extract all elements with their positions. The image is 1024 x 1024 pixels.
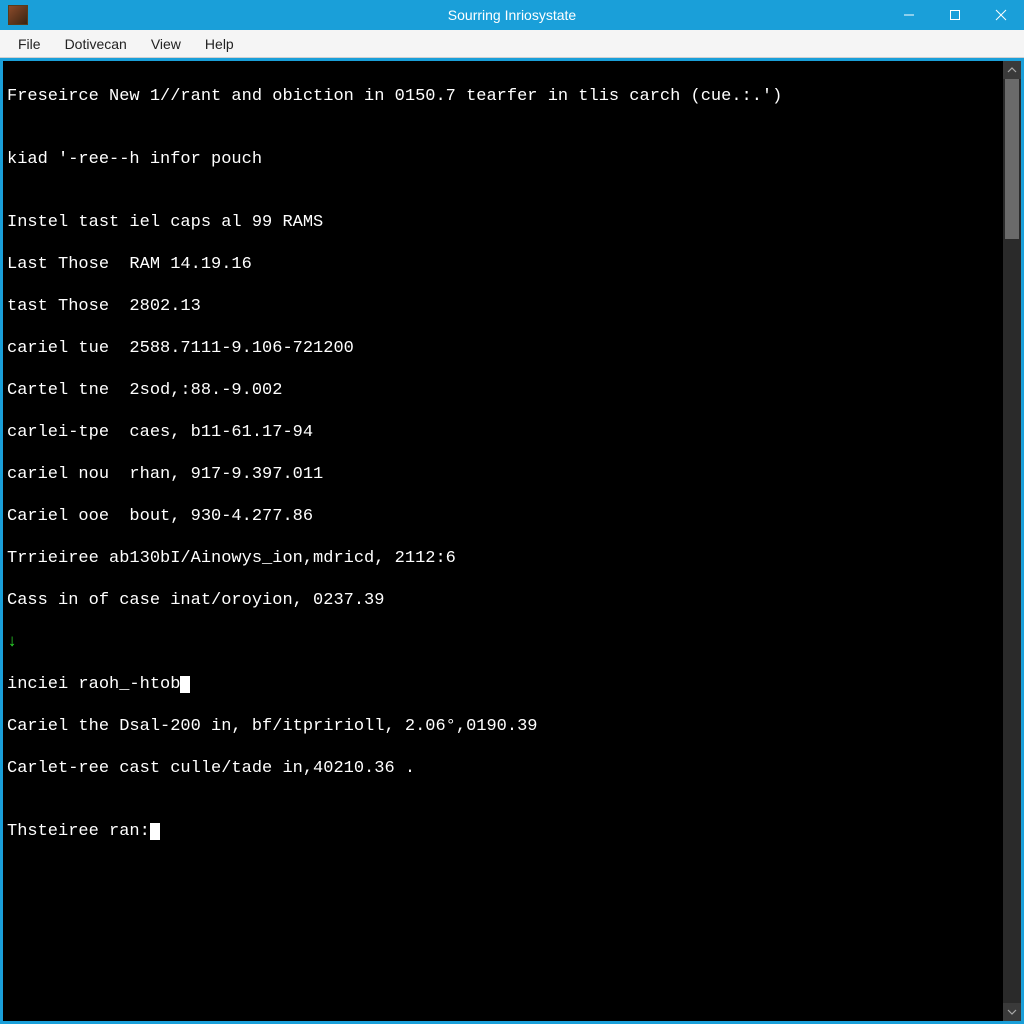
app-icon [8,5,28,25]
menubar: File Dotivecan View Help [0,30,1024,58]
maximize-icon [949,9,961,21]
minimize-button[interactable] [886,0,932,30]
terminal-line: Cariel the Dsal-200 in, bf/itpririoll, 2… [7,716,999,737]
terminal-line: cariel tue 2588.7111-9.106-721200 [7,338,999,359]
chevron-down-icon [1007,1007,1017,1017]
terminal-line: Last Those RAM 14.19.16 [7,254,999,275]
cursor [150,823,160,840]
terminal-line: cariel nou rhan, 917-9.397.011 [7,464,999,485]
maximize-button[interactable] [932,0,978,30]
minimize-icon [903,9,915,21]
scroll-down-button[interactable] [1003,1003,1021,1021]
terminal[interactable]: Freseirce New 1//rant and obiction in 01… [3,61,1003,1021]
close-button[interactable] [978,0,1024,30]
menu-help[interactable]: Help [193,32,246,56]
cursor [180,676,190,693]
terminal-line: inciei raoh_-htob [7,674,999,695]
chevron-up-icon [1007,65,1017,75]
download-icon: ↓ [7,633,17,652]
scroll-up-button[interactable] [1003,61,1021,79]
scrollbar-track[interactable] [1003,79,1021,1003]
menu-dotivecan[interactable]: Dotivecan [53,32,139,56]
terminal-wrap: Freseirce New 1//rant and obiction in 01… [3,61,1021,1021]
terminal-line: Cass in of case inat/oroyion, 0237.39 [7,590,999,611]
close-icon [995,9,1007,21]
scrollbar-thumb[interactable] [1005,79,1019,239]
terminal-line: Instel tast iel caps al 99 RAMS [7,212,999,233]
terminal-line: Cariel ooe bout, 930-4.277.86 [7,506,999,527]
terminal-line: ↓ [7,632,999,653]
terminal-line: Freseirce New 1//rant and obiction in 01… [7,86,999,107]
scrollbar[interactable] [1003,61,1021,1021]
window-controls [886,0,1024,30]
terminal-line: Carlet-ree cast culle/tade in,40210.36 . [7,758,999,779]
menu-view[interactable]: View [139,32,193,56]
terminal-line: tast Those 2802.13 [7,296,999,317]
terminal-line: Trrieiree ab130bI/Ainowys_ion,mdricd, 21… [7,548,999,569]
titlebar: Sourring Inriosystate [0,0,1024,30]
terminal-line: Cartel tne 2sod,:88.-9.002 [7,380,999,401]
terminal-line: kiad '-ree--h infor pouch [7,149,999,170]
terminal-line: carlei-tpe caes, b11-61.17-94 [7,422,999,443]
terminal-prompt: Thsteiree ran: [7,821,999,842]
window-title: Sourring Inriosystate [448,7,576,23]
menu-file[interactable]: File [6,32,53,56]
